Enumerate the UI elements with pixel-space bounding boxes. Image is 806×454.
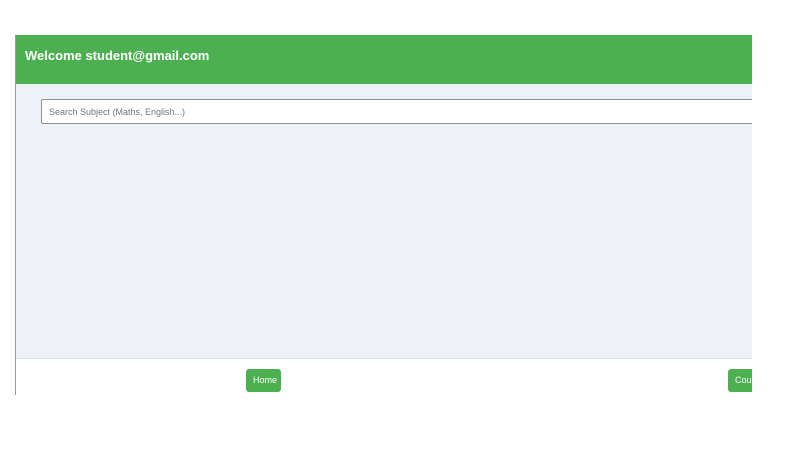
welcome-title: Welcome student@gmail.com [25, 48, 210, 63]
bottom-nav: Home Courses [16, 358, 752, 395]
app-viewport: Welcome student@gmail.com Home Courses [15, 35, 752, 395]
courses-button[interactable]: Courses [728, 369, 752, 392]
main-content [16, 84, 752, 358]
home-button[interactable]: Home [246, 369, 281, 392]
app-header: Welcome student@gmail.com [16, 35, 752, 84]
subject-search-input[interactable] [41, 99, 752, 124]
